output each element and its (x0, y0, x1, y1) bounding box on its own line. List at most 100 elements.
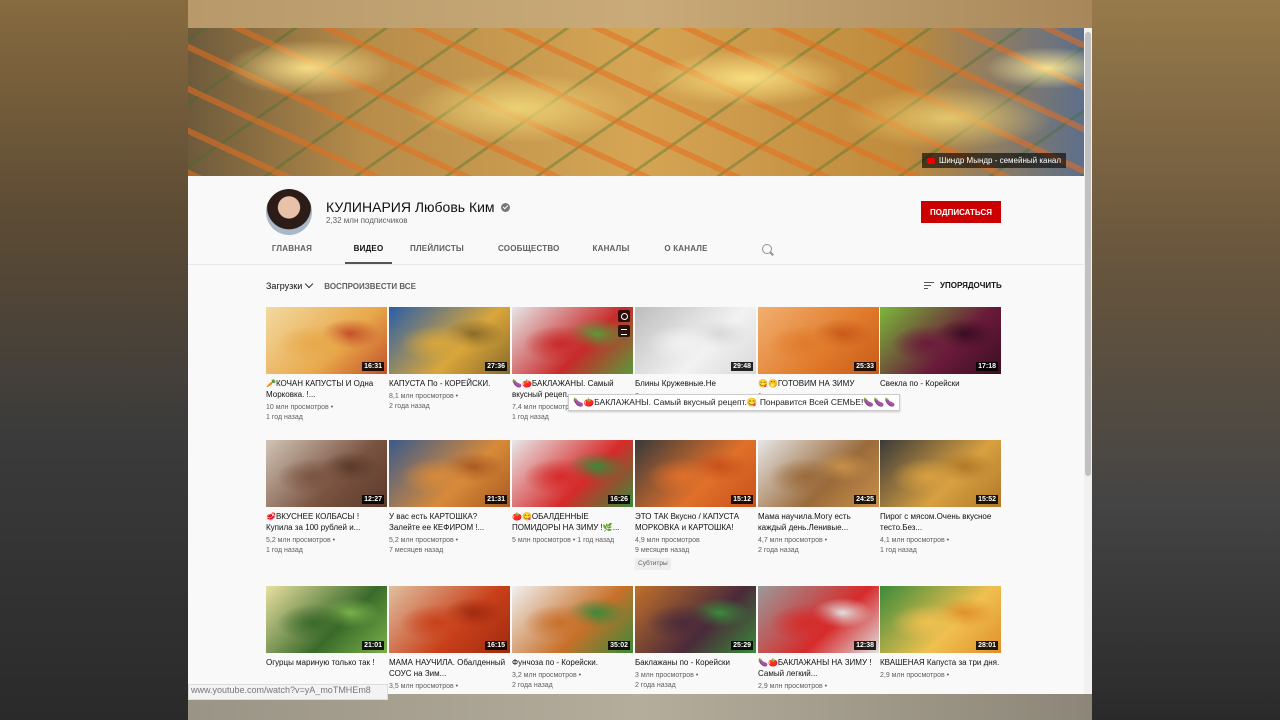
video-duration: 17:18 (976, 362, 998, 371)
video-card[interactable]: 16:26 🍅😋ОБАЛДЕННЫЕ ПОМИДОРЫ НА ЗИМУ !🌿...… (512, 440, 633, 546)
tab-community[interactable]: СООБЩЕСТВО (498, 238, 559, 264)
video-title[interactable]: МАМА НАУЧИЛА. Обалденный СОУС на Зим... (389, 657, 510, 679)
video-title[interactable]: 🥩ВКУСНЕЕ КОЛБАСЫ ! Купила за 100 рублей … (266, 511, 387, 533)
video-views: 10 млн просмотров • (266, 404, 334, 411)
video-thumbnail[interactable]: 17:18 (880, 307, 1001, 374)
avatar[interactable] (266, 189, 312, 235)
video-thumbnail[interactable]: 12:27 (266, 440, 387, 507)
video-card[interactable]: 15:12 ЭТО ТАК Вкусно / КАПУСТА МОРКОВКА и… (635, 440, 756, 570)
video-card[interactable]: 27:36 КАПУСТА По - КОРЕЙСКИ. 8,1 млн просм… (389, 307, 510, 412)
video-thumbnail[interactable]: 24:25 (758, 440, 879, 507)
video-thumbnail[interactable]: 35:02 (512, 586, 633, 653)
chevron-down-icon (304, 279, 314, 289)
banner-link[interactable]: Шиндр Мындр - семейный канал (921, 153, 1066, 168)
video-card[interactable]: 21:31 У вас есть КАРТОШКА? Залейте ее КЕФ… (389, 440, 510, 556)
video-thumbnail[interactable]: 21:31 (389, 440, 510, 507)
video-title[interactable]: 🍅😋ОБАЛДЕННЫЕ ПОМИДОРЫ НА ЗИМУ !🌿... (512, 511, 633, 533)
video-title[interactable]: Блины Кружевные.Не (635, 378, 756, 389)
video-duration: 21:31 (485, 495, 507, 504)
video-card[interactable]: 15:52 Пирог с мясом.Очень вкусное тесто.Б… (880, 440, 1001, 556)
subtitles-badge: Субтитры (635, 558, 671, 570)
search-icon[interactable] (762, 244, 772, 254)
video-card[interactable]: 29:48Блины Кружевные.Не2 года назад (635, 307, 756, 402)
add-to-queue-icon[interactable] (618, 325, 630, 337)
video-title[interactable]: Мама научила.Могу есть каждый день.Ленив… (758, 511, 879, 533)
video-card[interactable]: 16:15 МАМА НАУЧИЛА. Обалденный СОУС на Зи… (389, 586, 510, 692)
video-meta: 4,9 млн просмотров 9 месяцев назад Субтитр… (635, 536, 756, 570)
video-card[interactable]: 25:33😋🤭ГОТОВИМ НА ЗИМУ1 год назад (758, 307, 879, 402)
video-date: 1 год назад (880, 547, 917, 554)
video-thumbnail[interactable] (512, 307, 633, 374)
filter-row: Загрузки ВОСПРОИЗВЕСТИ ВСЕ (266, 279, 416, 291)
video-title[interactable]: Пирог с мясом.Очень вкусное тесто.Без... (880, 511, 1001, 533)
video-card[interactable]: 12:27 🥩ВКУСНЕЕ КОЛБАСЫ ! Купила за 100 ру… (266, 440, 387, 556)
video-thumbnail[interactable]: 16:15 (389, 586, 510, 653)
video-thumbnail[interactable]: 21:01 (266, 586, 387, 653)
uploads-dropdown[interactable]: Загрузки (266, 279, 314, 291)
video-duration: 15:12 (731, 495, 753, 504)
video-meta: 2,9 млн просмотров • (880, 671, 1001, 681)
scroll-thumb[interactable] (1085, 32, 1091, 476)
video-card[interactable]: 17:18 Свекла по - Корейски (880, 307, 1001, 392)
video-thumbnail[interactable]: 16:31 (266, 307, 387, 374)
video-title[interactable]: Свекла по - Корейски (880, 378, 1001, 389)
channel-tabs: ГЛАВНАЯ ВИДЕО ПЛЕЙЛИСТЫ СООБЩЕСТВО КАНАЛ… (270, 238, 708, 264)
channel-header: КУЛИНАРИЯ Любовь Ким 2,32 млн подписчико… (188, 176, 1084, 264)
video-meta: 3,2 млн просмотров • 2 года назад (512, 671, 633, 691)
video-date: 2 года назад (635, 682, 676, 689)
video-title[interactable]: У вас есть КАРТОШКА? Залейте ее КЕФИРОМ … (389, 511, 510, 533)
video-thumbnail[interactable]: 29:48 (635, 307, 756, 374)
video-duration: 25:33 (854, 362, 876, 371)
video-views: 3,5 млн просмотров • (389, 683, 459, 690)
video-date: 1 год назад (266, 414, 303, 421)
video-thumbnail[interactable]: 27:36 (389, 307, 510, 374)
video-meta: 5,2 млн просмотров • 7 месяцев назад (389, 536, 510, 556)
video-title[interactable]: ЭТО ТАК Вкусно / КАПУСТА МОРКОВКА и КАРТ… (635, 511, 756, 533)
video-card[interactable]: 25:29 Баклажаны по - Корейски 3 млн просмо… (635, 586, 756, 691)
play-all-button[interactable]: ВОСПРОИЗВЕСТИ ВСЕ (324, 282, 416, 291)
video-title[interactable]: 😋🤭ГОТОВИМ НА ЗИМУ (758, 378, 879, 389)
video-title[interactable]: Огурцы мариную только так ! (266, 657, 387, 668)
video-title[interactable]: КВАШЕНАЯ Капуста за три дня. (880, 657, 1001, 668)
video-date: 9 месяцев назад (635, 547, 690, 554)
tab-about[interactable]: О КАНАЛЕ (664, 238, 708, 264)
video-thumbnail[interactable]: 25:29 (635, 586, 756, 653)
video-title[interactable]: Фунчоза по - Корейски. (512, 657, 633, 668)
video-date: 1 год назад (512, 414, 549, 421)
tab-home[interactable]: ГЛАВНАЯ (270, 238, 314, 264)
tab-videos[interactable]: ВИДЕО (345, 238, 392, 264)
scrollbar[interactable] (1084, 28, 1092, 720)
sort-label: УПОРЯДОЧИТЬ (940, 281, 1002, 290)
sort-button[interactable]: УПОРЯДОЧИТЬ (924, 281, 1002, 290)
video-card[interactable]: 12:38 🍆🍅БАКЛАЖАНЫ НА ЗИМУ ! Самый легкий.… (758, 586, 879, 692)
video-thumbnail[interactable]: 15:12 (635, 440, 756, 507)
video-thumbnail[interactable]: 15:52 (880, 440, 1001, 507)
tab-channels[interactable]: КАНАЛЫ (592, 238, 630, 264)
video-title[interactable]: 🍆🍅БАКЛАЖАНЫ НА ЗИМУ ! Самый легкий... (758, 657, 879, 679)
video-card[interactable]: 16:31 🥕КОЧАН КАПУСТЫ И Одна Морковка. !..… (266, 307, 387, 423)
video-duration: 27:36 (485, 362, 507, 371)
video-thumbnail[interactable]: 16:26 (512, 440, 633, 507)
subscriber-count: 2,32 млн подписчиков (326, 216, 408, 225)
video-card[interactable]: 35:02 Фунчоза по - Корейски. 3,2 млн просм… (512, 586, 633, 691)
video-card[interactable]: 21:01 Огурцы мариную только так ! (266, 586, 387, 671)
video-date: 2 года назад (758, 547, 799, 554)
video-title[interactable]: 🥕КОЧАН КАПУСТЫ И Одна Морковка. !... (266, 378, 387, 400)
video-thumbnail[interactable]: 12:38 (758, 586, 879, 653)
tab-playlists[interactable]: ПЛЕЙЛИСТЫ (410, 238, 464, 264)
video-thumbnail[interactable]: 28:01 (880, 586, 1001, 653)
youtube-icon (926, 157, 935, 164)
video-title[interactable]: Баклажаны по - Корейски (635, 657, 756, 668)
video-views: 5,2 млн просмотров • (389, 537, 459, 544)
video-duration: 28:01 (976, 641, 998, 650)
video-card[interactable]: 24:25 Мама научила.Могу есть каждый день.… (758, 440, 879, 556)
video-views: 2,9 млн просмотров • (758, 683, 828, 690)
subscribe-button[interactable]: ПОДПИСАТЬСЯ (921, 201, 1001, 223)
watch-later-icon[interactable] (618, 310, 630, 322)
video-meta: 4,1 млн просмотров • 1 год назад (880, 536, 1001, 556)
video-meta: 5 млн просмотров • 1 год назад (512, 536, 633, 546)
video-thumbnail[interactable]: 25:33 (758, 307, 879, 374)
video-views: 4,9 млн просмотров (635, 537, 700, 544)
video-card[interactable]: 28:01 КВАШЕНАЯ Капуста за три дня. 2,9 млн… (880, 586, 1001, 681)
video-title[interactable]: КАПУСТА По - КОРЕЙСКИ. (389, 378, 510, 389)
